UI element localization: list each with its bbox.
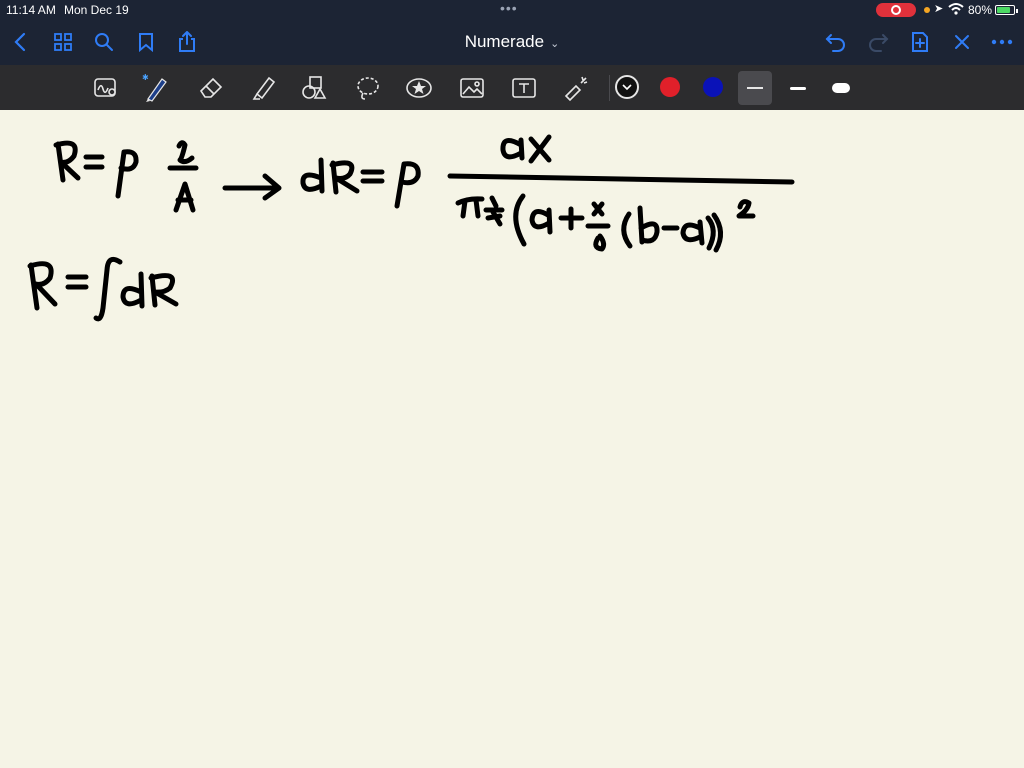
ink-stroke — [360, 169, 385, 184]
ink-stroke — [558, 206, 585, 231]
chevron-down-icon: ⌄ — [550, 38, 560, 50]
ink-stroke — [680, 219, 705, 246]
ink-stroke — [148, 273, 179, 308]
battery-fill — [997, 7, 1010, 13]
svg-text:✱: ✱ — [142, 73, 149, 82]
ink-stroke — [705, 212, 723, 253]
battery-percent: 80% — [968, 3, 993, 17]
undo-icon[interactable] — [824, 30, 848, 54]
note-canvas[interactable] — [0, 110, 1024, 768]
ink-stroke — [394, 161, 421, 209]
status-date: Mon Dec 19 — [64, 3, 129, 17]
ink-stroke — [455, 196, 485, 219]
ink-stroke — [447, 173, 795, 185]
redo-icon[interactable] — [866, 30, 890, 54]
battery-icon — [995, 5, 1018, 15]
add-page-icon[interactable] — [908, 30, 932, 54]
ink-stroke — [329, 160, 360, 195]
color-swatch-blue[interactable] — [703, 77, 723, 97]
status-bar: 11:14 AM Mon Dec 19 ••• ➤ 80% — [0, 0, 1024, 20]
ink-stroke — [621, 211, 633, 249]
image-tool-icon[interactable] — [457, 73, 487, 103]
ink-stroke — [300, 157, 325, 194]
ink-stroke — [65, 274, 89, 290]
ink-stroke — [585, 201, 611, 252]
eraser-tool-icon[interactable] — [196, 73, 226, 103]
ink-stroke — [53, 140, 81, 183]
document-title: Numerade — [464, 32, 545, 51]
navigation-bar: Numerade ⌄ — [0, 20, 1024, 65]
ink-stroke — [120, 271, 145, 309]
ink-stroke — [27, 261, 58, 311]
ink-stroke — [222, 173, 282, 201]
highlighter-tool-icon[interactable] — [248, 73, 278, 103]
ink-stroke — [173, 181, 196, 213]
handwritten-formula — [27, 134, 795, 322]
lasso-tool-icon[interactable] — [353, 73, 383, 103]
pen-tool-icon[interactable]: ✱ — [141, 73, 171, 103]
text-tool-icon[interactable] — [509, 73, 539, 103]
ink-stroke — [83, 154, 105, 170]
stroke-medium-button[interactable] — [781, 71, 815, 105]
ink-stroke — [528, 134, 552, 164]
wifi-icon — [948, 2, 964, 19]
ink-stroke — [93, 256, 123, 322]
ink-stroke — [115, 149, 139, 199]
scribble-tool-icon[interactable] — [91, 73, 121, 103]
stroke-thick-button[interactable] — [824, 71, 858, 105]
ink-stroke — [529, 207, 553, 235]
color-swatch-black[interactable] — [615, 75, 639, 99]
screen-recording-icon[interactable] — [876, 3, 916, 17]
location-icon: ➤ — [934, 3, 944, 15]
laser-pointer-tool-icon[interactable] — [561, 73, 591, 103]
ink-stroke — [500, 137, 525, 161]
close-icon[interactable] — [950, 30, 974, 54]
stroke-thin-button[interactable] — [738, 71, 772, 105]
multitasking-dots-icon[interactable]: ••• — [500, 0, 518, 16]
toolbar-divider — [609, 75, 610, 101]
color-swatch-red[interactable] — [660, 77, 680, 97]
ink-stroke — [483, 195, 505, 227]
more-icon[interactable] — [990, 30, 1014, 54]
chevron-down-icon — [622, 84, 632, 91]
shapes-tool-icon[interactable] — [299, 73, 329, 103]
ink-stroke — [736, 199, 756, 219]
sticker-tool-icon[interactable] — [404, 73, 434, 103]
mic-indicator-icon — [924, 7, 930, 13]
drawing-toolbar: ✱ — [0, 65, 1024, 110]
status-time: 11:14 AM — [6, 3, 56, 17]
ink-stroke — [176, 140, 195, 165]
ink-stroke — [513, 193, 527, 247]
ink-stroke — [637, 205, 660, 245]
